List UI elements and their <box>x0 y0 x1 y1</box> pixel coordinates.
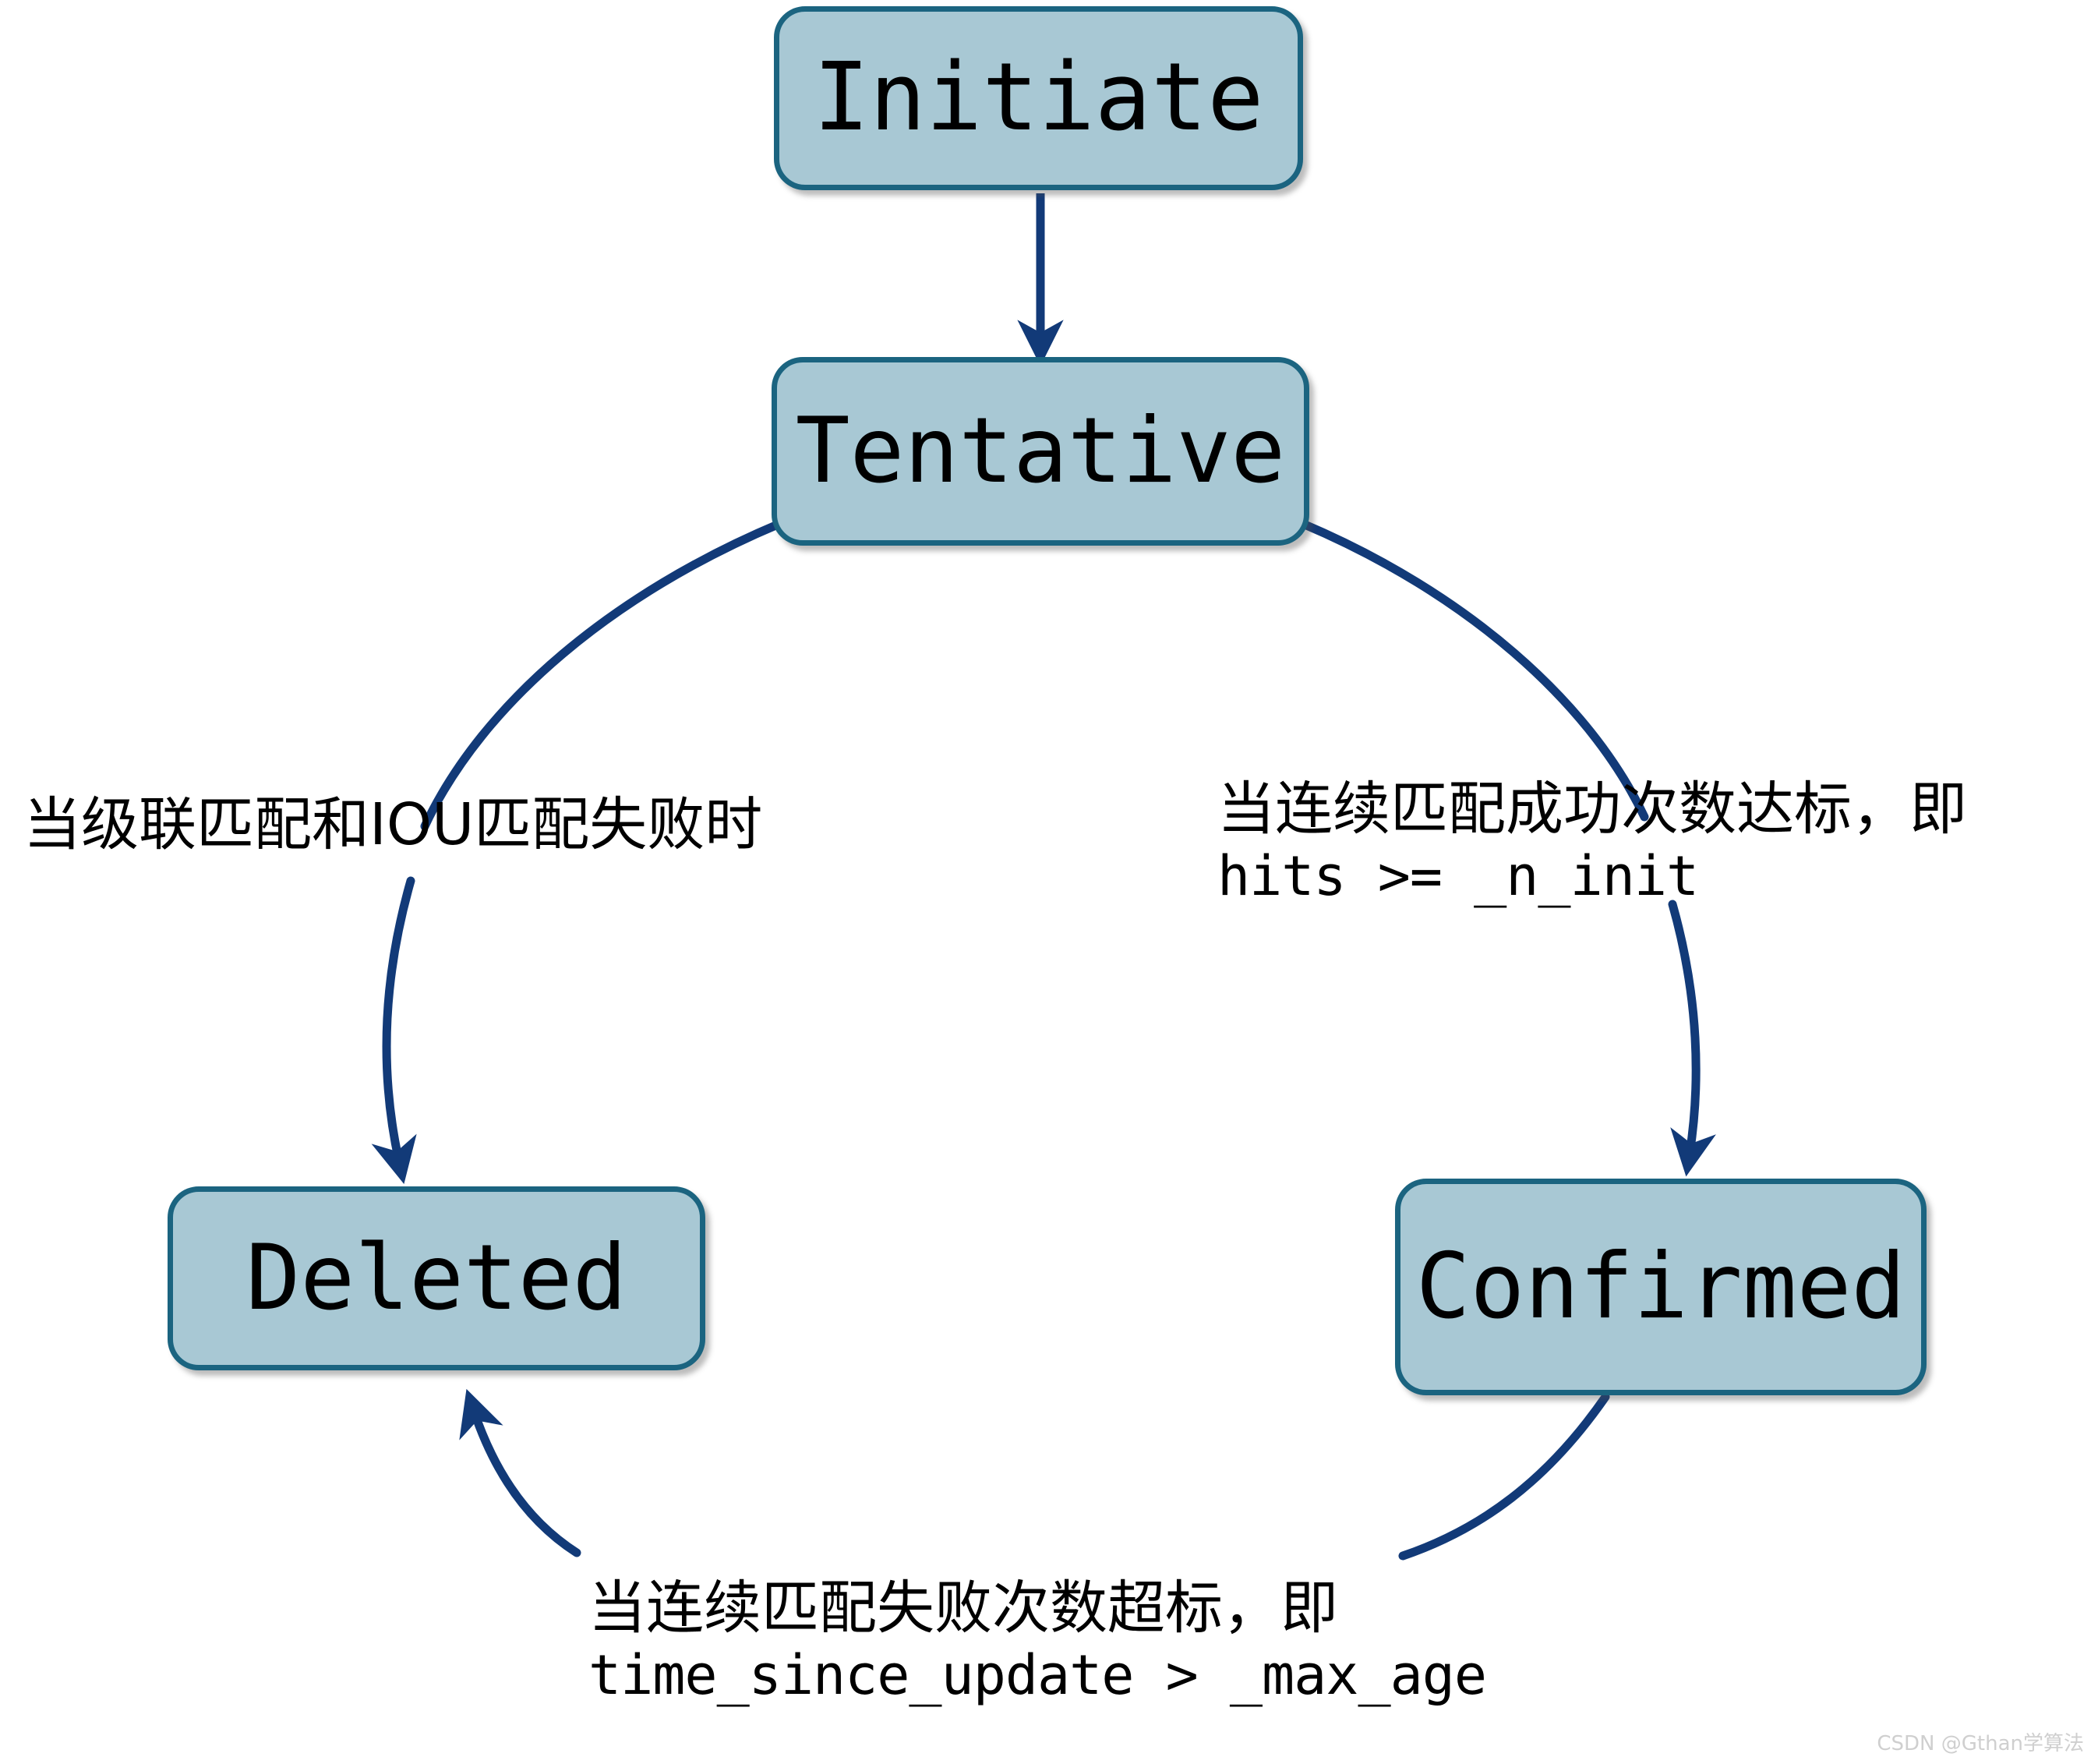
edge-tentative-confirmed-lower <box>1668 900 1716 1177</box>
edge-tentative-deleted-upper <box>420 519 784 831</box>
edge-label-tentative-deleted-line1: 当级联匹配和IOU匹配失败时 <box>23 791 763 858</box>
edge-confirmed-deleted-right <box>1398 1392 1610 1561</box>
edge-label-tentative-confirmed-line1: 当连续匹配成功次数达标，即 <box>1217 776 1967 843</box>
edge-label-confirmed-deleted-line1: 当连续匹配失败次数超标，即 <box>588 1575 1338 1642</box>
edge-label-confirmed-deleted-line2: time_since_update > _max_age <box>588 1643 1487 1708</box>
edge-label-tentative-confirmed-line2: hits >= _n_init <box>1217 844 1699 909</box>
state-node-tentative-label: Tentative <box>795 398 1286 504</box>
edge-label-confirmed-deleted: 当连续匹配失败次数超标，即 time_since_update > _max_a… <box>588 1575 1487 1708</box>
edge-label-tentative-confirmed: 当连续匹配成功次数达标，即 hits >= _n_init <box>1217 776 1967 909</box>
state-node-deleted[interactable]: Deleted <box>168 1186 705 1370</box>
edge-label-tentative-deleted: 当级联匹配和IOU匹配失败时 <box>23 791 762 859</box>
diagram-canvas: Initiate Tentative Deleted Confirmed 当级联… <box>0 0 2098 1764</box>
edge-tentative-confirmed-upper <box>1298 519 1649 822</box>
state-node-deleted-label: Deleted <box>245 1225 627 1331</box>
edge-confirmed-deleted-left <box>459 1388 581 1557</box>
state-node-confirmed[interactable]: Confirmed <box>1395 1179 1927 1395</box>
state-node-tentative[interactable]: Tentative <box>772 357 1309 546</box>
watermark: CSDN @Gthan学算法 <box>1877 1732 2084 1755</box>
state-node-confirmed-label: Confirmed <box>1415 1234 1906 1339</box>
state-node-initiate[interactable]: Initiate <box>774 6 1303 190</box>
state-node-initiate-label: Initiate <box>813 44 1264 152</box>
edge-tentative-deleted-lower <box>371 876 417 1185</box>
